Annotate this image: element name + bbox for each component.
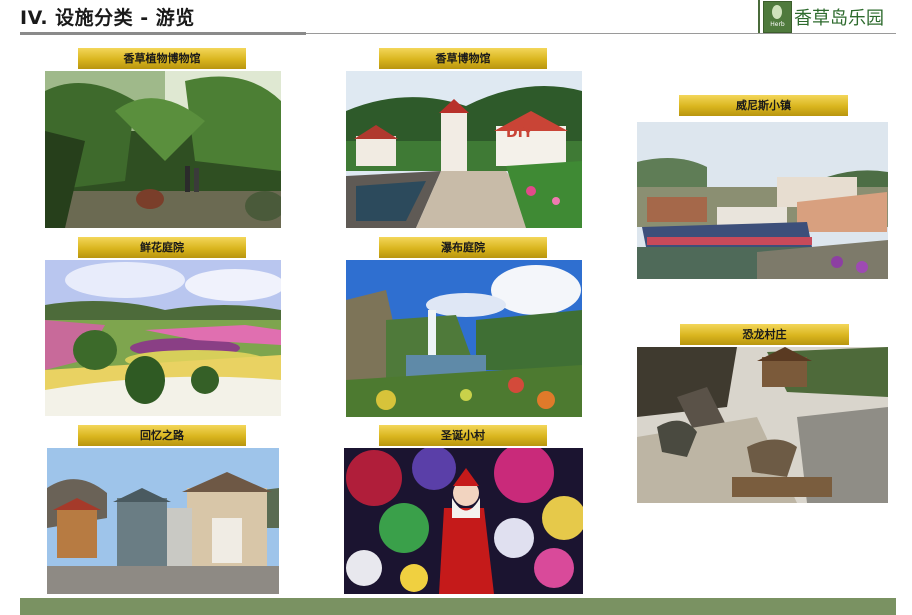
svg-text:DIY: DIY — [506, 125, 534, 141]
brand-name: 香草岛乐园 — [794, 8, 884, 29]
facility-photo-memory-road — [47, 448, 279, 594]
header-divider — [306, 33, 896, 34]
facility-photo-venice-town — [637, 122, 888, 279]
facility-photo-dinosaur-village — [637, 347, 888, 503]
facility-label: 圣诞小村 — [379, 425, 547, 446]
logo-divider — [758, 0, 760, 33]
facility-label: 鲜花庭院 — [78, 237, 246, 258]
title-underline — [20, 32, 306, 35]
facility-label: 回忆之路 — [78, 425, 246, 446]
facility-label: 香草博物馆 — [379, 48, 547, 69]
facility-photo-greenhouse — [45, 71, 281, 228]
logo-caption: Herb — [770, 21, 785, 28]
brand-logo-icon: Herb — [763, 1, 792, 33]
facility-photo-museum-town: DIY — [346, 71, 582, 228]
facility-label: 香草植物博物馆 — [78, 48, 246, 69]
facility-photo-christmas-village — [344, 448, 583, 594]
page-title: IV. 设施分类 - 游览 — [20, 7, 195, 29]
facility-label: 威尼斯小镇 — [679, 95, 848, 116]
footer-band — [20, 598, 896, 615]
facility-label: 恐龙村庄 — [680, 324, 849, 345]
leaf-icon — [772, 5, 782, 19]
facility-label: 瀑布庭院 — [379, 237, 547, 258]
facility-photo-flower-garden — [45, 260, 281, 416]
facility-photo-waterfall-garden — [346, 260, 582, 417]
